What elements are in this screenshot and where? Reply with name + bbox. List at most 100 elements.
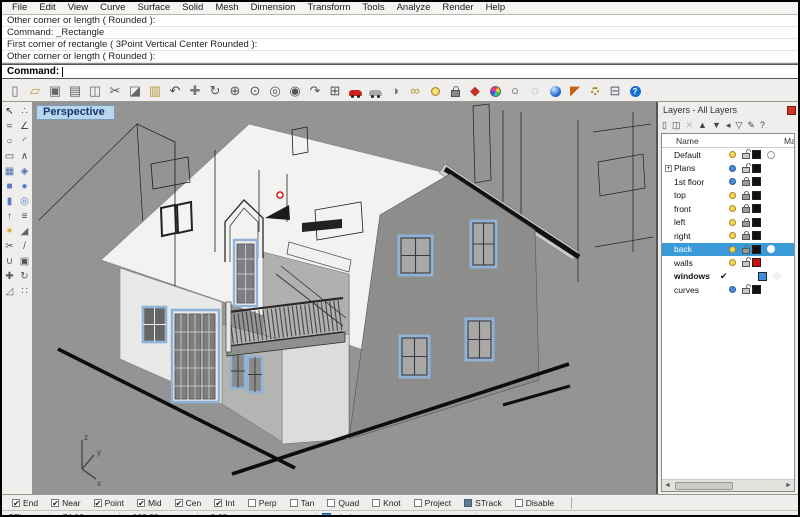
checkbox[interactable]: ✔	[93, 498, 102, 507]
menu-analyze[interactable]: Analyze	[391, 2, 437, 14]
layer-row[interactable]: top	[662, 189, 794, 203]
link-icon[interactable]: ∞	[406, 81, 425, 100]
osnap-near[interactable]: ✔ Near	[51, 498, 81, 508]
menu-transform[interactable]: Transform	[301, 2, 356, 14]
current-layer-pane[interactable]: windows	[316, 512, 476, 515]
layer-color-swatch[interactable]	[752, 190, 761, 200]
osnap-disable[interactable]: Disable	[514, 498, 554, 508]
new-sublayer-icon[interactable]: ◫	[672, 118, 681, 132]
array-icon[interactable]: ∷	[17, 284, 32, 299]
layer-lock-icon[interactable]	[739, 231, 752, 241]
color-wheel-icon[interactable]	[486, 81, 505, 100]
surface-corner-icon[interactable]: ◈	[17, 164, 32, 179]
extrude-icon[interactable]: ↑	[2, 209, 17, 224]
lock-icon[interactable]	[446, 81, 465, 100]
scale-icon[interactable]: ◿	[2, 284, 17, 299]
layer-row[interactable]: Default	[662, 148, 794, 162]
checkbox[interactable]: ✔	[174, 498, 183, 507]
move-up-icon[interactable]: ▲	[698, 118, 707, 132]
save-icon[interactable]: ▣	[46, 81, 65, 100]
layer-lock-icon[interactable]	[739, 190, 752, 200]
sphere-wire-icon[interactable]: ○	[506, 81, 525, 100]
osnap-quad[interactable]: Quad	[327, 498, 359, 508]
filter-icon[interactable]: ▽	[735, 118, 742, 132]
checkbox[interactable]	[327, 498, 336, 507]
expand-icon[interactable]: +	[665, 164, 672, 172]
layer-row[interactable]: curves	[662, 283, 794, 297]
new-layer-icon[interactable]: ▯	[662, 118, 667, 132]
layer-color-swatch[interactable]	[752, 150, 761, 160]
osnap-tan[interactable]: Tan	[289, 498, 314, 508]
layer-lock-icon[interactable]	[739, 164, 752, 173]
checkbox[interactable]	[247, 498, 256, 507]
checkbox[interactable]	[514, 498, 523, 507]
menu-surface[interactable]: Surface	[131, 2, 176, 14]
move-icon[interactable]: ✚	[2, 269, 17, 284]
layer-shell-icon[interactable]: ◆	[466, 81, 485, 100]
layer-color-swatch[interactable]	[757, 271, 767, 281]
cylinder-icon[interactable]: ▮	[2, 194, 17, 209]
select-arrow-icon[interactable]: ↖	[2, 104, 17, 119]
menu-dimension[interactable]: Dimension	[245, 2, 302, 14]
menu-render[interactable]: Render	[436, 2, 479, 14]
osnap-knot[interactable]: Knot	[372, 498, 401, 508]
osnap-int[interactable]: ✔ Int	[214, 498, 235, 508]
box-icon[interactable]: ■	[2, 179, 17, 194]
sphere-icon[interactable]: ●	[17, 179, 32, 194]
options-gears-icon[interactable]	[586, 81, 605, 100]
status-toggle-record-history[interactable]: Record History	[626, 513, 696, 516]
layer-color-swatch[interactable]	[752, 231, 761, 241]
loft-icon[interactable]: ≡	[17, 209, 32, 224]
scroll-right-icon[interactable]: ►	[783, 481, 794, 491]
zoom-dynamic-icon[interactable]: ◎	[266, 81, 285, 100]
osnap-cen[interactable]: ✔ Cen	[174, 498, 201, 508]
undo-view-icon[interactable]: ↷	[306, 81, 325, 100]
control-points-icon[interactable]: ∴	[17, 104, 32, 119]
layer-row[interactable]: back	[662, 242, 794, 256]
layer-row[interactable]: windows ✔	[662, 270, 794, 284]
render-region-icon[interactable]: ◤	[566, 81, 585, 100]
surface-icon[interactable]: ▦	[2, 164, 17, 179]
menu-mesh[interactable]: Mesh	[209, 2, 244, 14]
layer-visibility-icon[interactable]	[726, 218, 739, 226]
checkbox[interactable]	[289, 498, 298, 507]
checkbox[interactable]	[413, 498, 422, 507]
checkbox[interactable]: ✔	[51, 498, 60, 507]
join-icon[interactable]: ∪	[2, 254, 17, 269]
polyline-icon[interactable]: ∧	[17, 149, 32, 164]
print-icon[interactable]: ▤	[66, 81, 85, 100]
checkbox[interactable]	[372, 498, 381, 507]
layer-row[interactable]: front	[662, 202, 794, 216]
layer-visibility-icon[interactable]	[726, 232, 739, 240]
layer-color-swatch[interactable]	[752, 244, 761, 254]
collapse-icon[interactable]: ◂	[726, 118, 731, 132]
line-icon[interactable]: ∠	[17, 119, 32, 134]
copy-icon[interactable]: ◪	[126, 81, 145, 100]
render-sphere-icon[interactable]	[546, 81, 565, 100]
rotate-icon[interactable]: ↻	[17, 269, 32, 284]
layer-row[interactable]: right	[662, 229, 794, 243]
layer-visibility-icon[interactable]	[726, 286, 739, 294]
scroll-left-icon[interactable]: ◄	[662, 481, 673, 491]
menu-view[interactable]: View	[62, 2, 94, 14]
new-file-icon[interactable]: ▯	[6, 81, 25, 100]
undo-icon[interactable]: ↶	[166, 81, 185, 100]
menu-solid[interactable]: Solid	[176, 2, 209, 14]
rectangle-icon[interactable]: ▭	[2, 149, 17, 164]
panel-close-button[interactable]	[787, 105, 796, 115]
viewport-title[interactable]: Perspective	[36, 105, 115, 120]
status-toggle-osnap[interactable]: Osnap	[585, 513, 625, 516]
layer-row[interactable]: left	[662, 216, 794, 230]
render-car-icon[interactable]	[346, 81, 365, 100]
horizontal-scrollbar[interactable]: ◄ ►	[662, 479, 794, 491]
cplane-button[interactable]: CPlane	[2, 512, 50, 515]
checkbox[interactable]	[464, 498, 473, 507]
layer-tools-icon[interactable]: ✎	[747, 118, 755, 132]
layer-lock-icon[interactable]	[739, 258, 752, 268]
osnap-strack[interactable]: STrack	[464, 498, 502, 508]
layer-row[interactable]: + Plans	[662, 162, 794, 176]
panel-help-icon[interactable]: ?	[760, 118, 765, 132]
zoom-icon[interactable]: ⊕	[226, 81, 245, 100]
osnap-mid[interactable]: ✔ Mid	[136, 498, 162, 508]
layer-color-swatch[interactable]	[752, 217, 761, 227]
